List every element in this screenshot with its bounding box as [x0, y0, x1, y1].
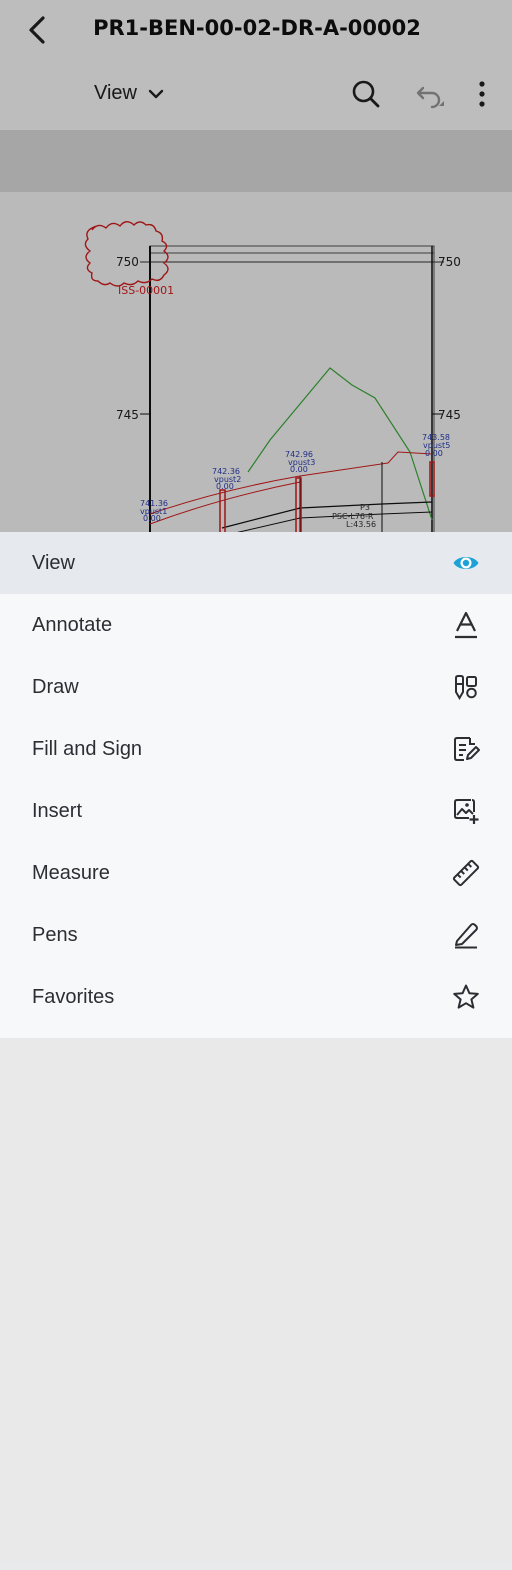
menu-item-label: Pens: [32, 923, 78, 946]
ruler-icon: [452, 859, 480, 887]
pen-icon: [452, 921, 480, 949]
fill-sign-icon: [452, 735, 480, 763]
menu-item-label: Measure: [32, 861, 110, 884]
menu-item-label: Fill and Sign: [32, 737, 143, 760]
draw-tools-icon: [452, 673, 480, 701]
text-annotate-icon: [452, 611, 480, 639]
menu-item-label: Annotate: [32, 613, 113, 636]
menu-item-favorites[interactable]: Favorites: [0, 966, 512, 1028]
menu-item-measure[interactable]: Measure: [0, 842, 512, 904]
modal-scrim[interactable]: [0, 0, 512, 534]
mode-menu-sheet: View Annotate Draw Fill and Sign Insert …: [0, 532, 512, 1570]
eye-icon: [452, 549, 480, 577]
menu-item-view[interactable]: View: [0, 532, 512, 594]
menu-item-draw[interactable]: Draw: [0, 656, 512, 718]
menu-item-insert[interactable]: Insert: [0, 780, 512, 842]
menu-item-label: View: [32, 551, 75, 574]
menu-item-label: Favorites: [32, 985, 115, 1008]
star-icon: [452, 983, 480, 1011]
menu-item-annotate[interactable]: Annotate: [0, 594, 512, 656]
menu-item-label: Insert: [32, 799, 83, 822]
menu-item-label: Draw: [32, 675, 79, 698]
bottom-divider: [0, 1562, 512, 1570]
insert-image-icon: [452, 797, 480, 825]
menu-item-pens[interactable]: Pens: [0, 904, 512, 966]
menu-item-fill-and-sign[interactable]: Fill and Sign: [0, 718, 512, 780]
